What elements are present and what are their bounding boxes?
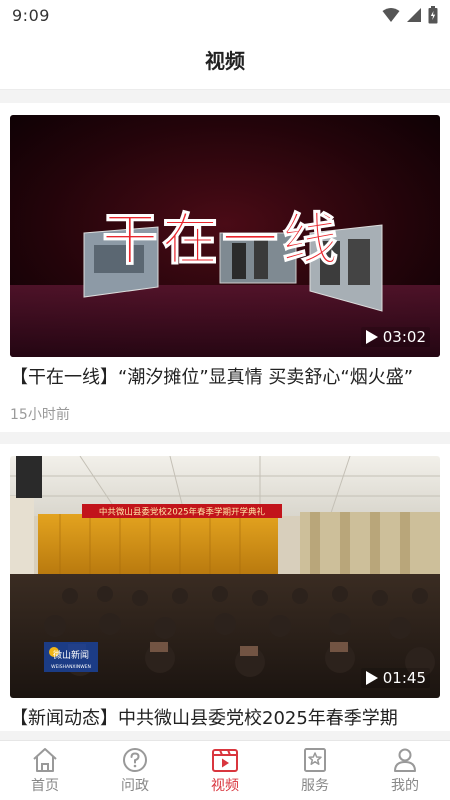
video-title[interactable]: 【新闻动态】中共微山县委党校2025年春季学期 — [10, 706, 440, 731]
question-icon — [123, 747, 147, 772]
nav-item-mine[interactable]: 我的 — [360, 747, 450, 795]
video-card[interactable]: 中共微山县委党校2025年春季学期开学典礼 微山新闻 WEISHANXINWEN… — [0, 444, 450, 731]
play-icon — [365, 671, 378, 685]
status-bar: 9:09 — [0, 0, 450, 30]
svg-text:WEISHANXINWEN: WEISHANXINWEN — [51, 664, 91, 670]
signal-icon — [407, 8, 421, 22]
page-title: 视频 — [205, 49, 245, 73]
user-icon — [394, 748, 416, 772]
nav-label-service: 服务 — [301, 777, 329, 794]
video-feed[interactable]: 干在一线 03:02 【干在一线】“潮汐摊位”显真情 买卖舒心“烟火盛” 15小… — [0, 91, 450, 740]
play-icon — [365, 330, 378, 344]
duration-text: 03:02 — [382, 328, 426, 346]
battery-icon — [428, 6, 438, 24]
nav-item-home[interactable]: 首页 — [0, 747, 90, 795]
status-time: 9:09 — [12, 5, 50, 25]
thumbnail-title-text: 干在一线 — [102, 208, 342, 273]
video-thumbnail[interactable]: 中共微山县委党校2025年春季学期开学典礼 微山新闻 WEISHANXINWEN… — [10, 456, 440, 698]
star-bookmark-icon — [304, 747, 326, 772]
nav-item-wenzheng[interactable]: 问政 — [90, 747, 180, 795]
nav-item-video[interactable]: 视频 — [180, 747, 270, 795]
nav-label-video: 视频 — [211, 777, 239, 794]
station-logo: 微山新闻 WEISHANXINWEN — [44, 642, 98, 672]
duration-badge: 03:02 — [360, 327, 430, 347]
duration-text: 01:45 — [382, 669, 426, 687]
video-publish-time: 15小时前 — [10, 407, 70, 423]
video-card[interactable]: 干在一线 03:02 【干在一线】“潮汐摊位”显真情 买卖舒心“烟火盛” 15小… — [0, 103, 450, 432]
video-icon — [212, 748, 238, 772]
banner-text: 中共微山县委党校2025年春季学期开学典礼 — [99, 507, 266, 518]
video-title[interactable]: 【干在一线】“潮汐摊位”显真情 买卖舒心“烟火盛” — [10, 365, 440, 390]
nav-label-home: 首页 — [31, 777, 59, 794]
wifi-icon — [382, 8, 400, 22]
header: 视频 — [0, 30, 450, 90]
nav-label-mine: 我的 — [391, 777, 419, 794]
video-thumbnail[interactable]: 干在一线 03:02 — [10, 115, 440, 357]
bottom-nav: 首页 问政 视频 服务 我的 — [0, 740, 450, 800]
status-icons — [382, 6, 438, 24]
nav-label-wenzheng: 问政 — [121, 777, 149, 794]
home-icon — [33, 747, 57, 772]
nav-item-service[interactable]: 服务 — [270, 747, 360, 795]
svg-text:微山新闻: 微山新闻 — [53, 649, 89, 661]
duration-badge: 01:45 — [360, 668, 430, 688]
